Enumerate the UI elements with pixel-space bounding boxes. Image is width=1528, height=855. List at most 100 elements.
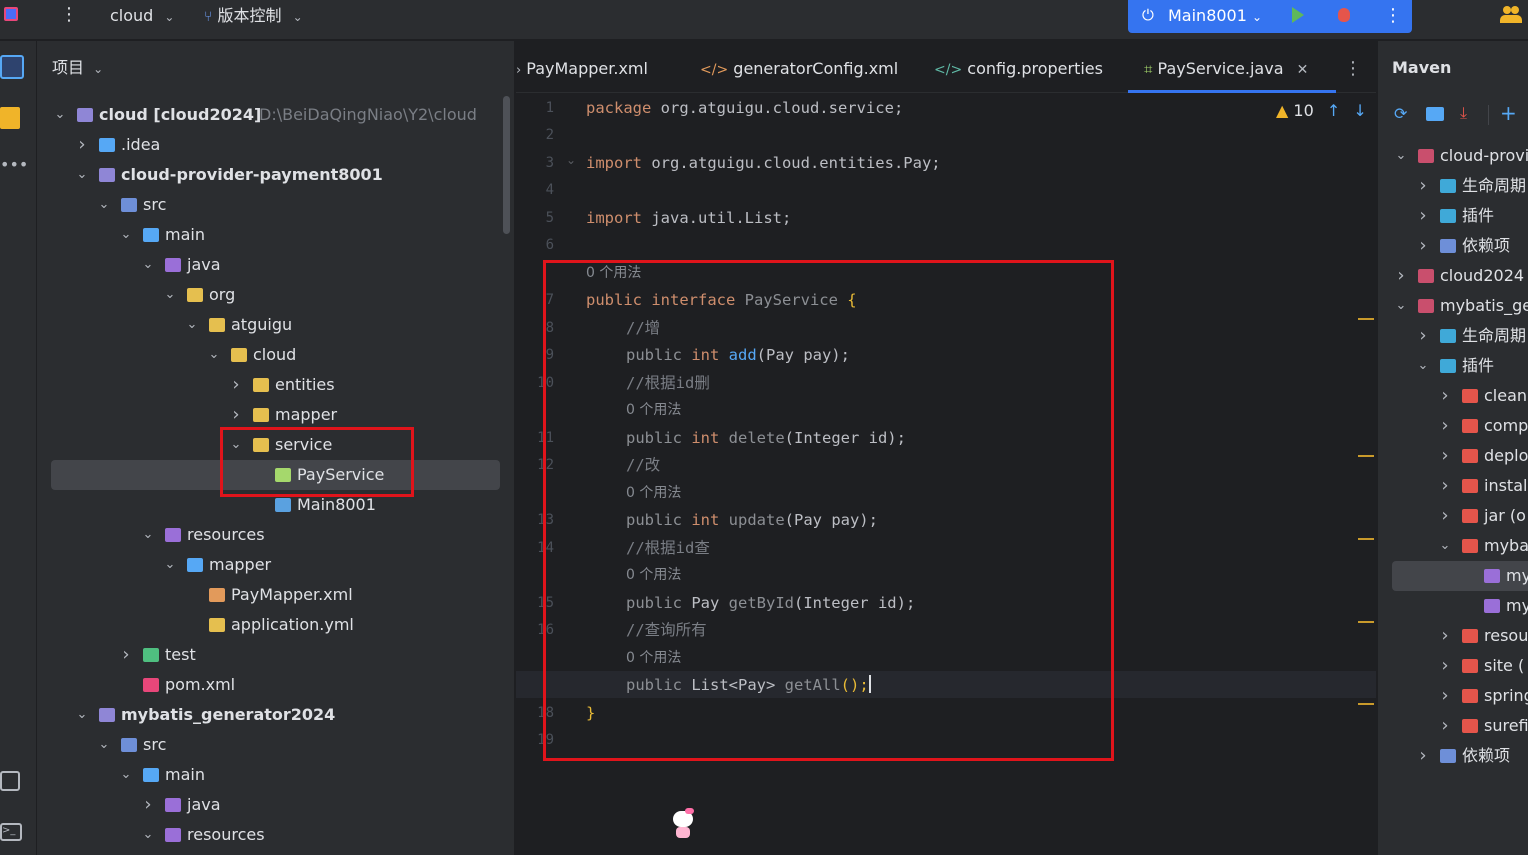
- tree-item[interactable]: PayMapper.xml: [37, 580, 507, 610]
- chevron-right-icon[interactable]: ›: [1394, 261, 1408, 291]
- warning-stripe[interactable]: [1358, 621, 1374, 623]
- chevron-right-icon[interactable]: ›: [1416, 171, 1430, 201]
- tab-payservice-java[interactable]: ⌗ PayService.java ✕: [1144, 41, 1308, 93]
- maven-tree-item[interactable]: › 生命周期: [1378, 321, 1528, 351]
- maven-tree-item[interactable]: ⌄ 插件: [1378, 351, 1528, 381]
- tree-item[interactable]: › java: [37, 790, 507, 820]
- maven-tree-item[interactable]: my: [1392, 561, 1528, 591]
- code-line-5[interactable]: import java.util.List;: [586, 208, 791, 228]
- reload-icon[interactable]: ⟳: [1394, 104, 1407, 123]
- tab-generatorconfig-xml[interactable]: </> generatorConfig.xml: [700, 41, 898, 93]
- maven-tree-item[interactable]: › 插件: [1378, 201, 1528, 231]
- add-icon[interactable]: +: [1500, 101, 1517, 125]
- tree-item[interactable]: ⌄ cloud [cloud2024] D:\BeiDaQingNiao\Y2\cl…: [37, 100, 507, 130]
- app-logo-icon[interactable]: [4, 7, 18, 21]
- tree-item[interactable]: ⌄ src: [37, 730, 507, 760]
- close-icon[interactable]: ✕: [1297, 62, 1309, 78]
- maven-tree-item[interactable]: › comp: [1378, 411, 1528, 441]
- add-project-icon[interactable]: [1426, 107, 1444, 121]
- chevron-down-icon[interactable]: ⌄: [75, 700, 89, 730]
- tree-item[interactable]: application.yml: [37, 610, 507, 640]
- maven-tree-item[interactable]: › instal: [1378, 471, 1528, 501]
- chevron-right-icon[interactable]: ›: [1438, 651, 1452, 681]
- tree-item[interactable]: ⌄ atguigu: [37, 310, 507, 340]
- tree-item[interactable]: › .idea: [37, 130, 507, 160]
- chevron-right-icon[interactable]: ›: [1416, 321, 1430, 351]
- users-icon[interactable]: [1500, 6, 1522, 24]
- maven-tree-item[interactable]: ⌄ mybatis_ge: [1378, 291, 1528, 321]
- code-line-3[interactable]: import org.atguigu.cloud.entities.Pay;: [586, 153, 941, 173]
- maven-tree-item[interactable]: › site (: [1378, 651, 1528, 681]
- run-config-selector[interactable]: Main8001 ⌄: [1168, 6, 1262, 27]
- scrollbar[interactable]: [503, 96, 510, 234]
- chevron-down-icon[interactable]: ⌄: [163, 280, 177, 310]
- maven-tree-item[interactable]: › jar (o: [1378, 501, 1528, 531]
- previous-highlight-icon[interactable]: ↑: [1327, 101, 1340, 120]
- maven-tree-item[interactable]: › resou: [1378, 621, 1528, 651]
- chevron-right-icon[interactable]: ›: [1438, 441, 1452, 471]
- maven-tree-item[interactable]: › spring: [1378, 681, 1528, 711]
- chevron-down-icon[interactable]: ⌄: [53, 100, 67, 130]
- chevron-down-icon[interactable]: ⌄: [1416, 351, 1430, 381]
- inspections-widget[interactable]: ▲ 10 ↑ ↓: [1276, 101, 1367, 121]
- tree-item[interactable]: ⌄ resources: [37, 520, 507, 550]
- chevron-down-icon[interactable]: ⌄: [119, 760, 133, 790]
- warning-stripe[interactable]: [1358, 703, 1374, 705]
- tree-item[interactable]: ⌄ src: [37, 190, 507, 220]
- maven-tree-item[interactable]: ⌄ cloud-provi: [1378, 141, 1528, 171]
- fold-icon[interactable]: ⌄: [566, 153, 576, 167]
- chevron-right-icon[interactable]: ›: [119, 640, 133, 670]
- chevron-down-icon[interactable]: ⌄: [1394, 291, 1408, 321]
- tree-item[interactable]: › entities: [37, 370, 507, 400]
- chevron-right-icon[interactable]: ›: [1438, 411, 1452, 441]
- chevron-right-icon[interactable]: ›: [1438, 711, 1452, 741]
- tree-item[interactable]: ⌄ resources: [37, 820, 507, 850]
- tree-item[interactable]: ⌄ cloud: [37, 340, 507, 370]
- chevron-right-icon[interactable]: ›: [1416, 741, 1430, 771]
- warning-stripe[interactable]: [1358, 538, 1374, 540]
- download-icon[interactable]: ⤓: [1460, 103, 1467, 123]
- project-panel-header[interactable]: 项目 ⌄: [52, 58, 103, 79]
- tree-item[interactable]: ⌄ main: [37, 760, 507, 790]
- tree-item[interactable]: ⌄ java: [37, 250, 507, 280]
- maven-tree-item[interactable]: › cloud2024: [1378, 261, 1528, 291]
- chevron-right-icon[interactable]: ›: [1438, 621, 1452, 651]
- tree-item[interactable]: › mapper: [37, 400, 507, 430]
- project-tool-icon[interactable]: [0, 55, 24, 79]
- chevron-down-icon[interactable]: ⌄: [141, 820, 155, 850]
- chevron-down-icon[interactable]: ⌄: [75, 160, 89, 190]
- maven-tree-item[interactable]: my: [1378, 591, 1528, 621]
- chevron-right-icon[interactable]: ›: [1438, 471, 1452, 501]
- chevron-down-icon[interactable]: ⌄: [1438, 531, 1452, 561]
- tab-options-icon[interactable]: ⋮: [1344, 41, 1362, 93]
- chevron-right-icon[interactable]: ›: [141, 790, 155, 820]
- maven-tree-item[interactable]: ⌄ myba: [1378, 531, 1528, 561]
- terminal-tool-icon[interactable]: >_: [0, 823, 22, 841]
- chevron-down-icon[interactable]: ⌄: [207, 340, 221, 370]
- chevron-right-icon[interactable]: ›: [1438, 501, 1452, 531]
- tab-paymapper-xml[interactable]: › PayMapper.xml: [516, 41, 648, 93]
- maven-tree-item[interactable]: › 依赖项: [1378, 741, 1528, 771]
- tree-item[interactable]: ⌄ org: [37, 280, 507, 310]
- maven-tree-item[interactable]: › clean: [1378, 381, 1528, 411]
- chevron-down-icon[interactable]: ⌄: [119, 220, 133, 250]
- main-menu-icon[interactable]: ⋮: [60, 6, 78, 28]
- more-tools-icon[interactable]: •••: [0, 155, 28, 174]
- warning-stripe[interactable]: [1358, 318, 1374, 320]
- project-selector[interactable]: cloud ⌄: [110, 6, 174, 27]
- chevron-down-icon[interactable]: ⌄: [141, 520, 155, 550]
- tree-item[interactable]: › test: [37, 640, 507, 670]
- tree-item[interactable]: ⌄ mybatis_generator2024: [37, 700, 507, 730]
- maven-tree-item[interactable]: › 依赖项: [1378, 231, 1528, 261]
- chevron-right-icon[interactable]: ›: [1416, 201, 1430, 231]
- tree-item[interactable]: ⌄ mapper: [37, 550, 507, 580]
- tree-item[interactable]: ⌄ cloud-provider-payment8001: [37, 160, 507, 190]
- chevron-right-icon[interactable]: ›: [229, 400, 243, 430]
- chevron-down-icon[interactable]: ⌄: [185, 310, 199, 340]
- chevron-right-icon[interactable]: ›: [1438, 381, 1452, 411]
- run-icon[interactable]: [1292, 7, 1304, 23]
- chevron-right-icon[interactable]: ›: [229, 370, 243, 400]
- more-options-icon[interactable]: ⋮: [1384, 5, 1402, 26]
- warning-stripe[interactable]: [1358, 455, 1374, 457]
- chevron-down-icon[interactable]: ⌄: [97, 190, 111, 220]
